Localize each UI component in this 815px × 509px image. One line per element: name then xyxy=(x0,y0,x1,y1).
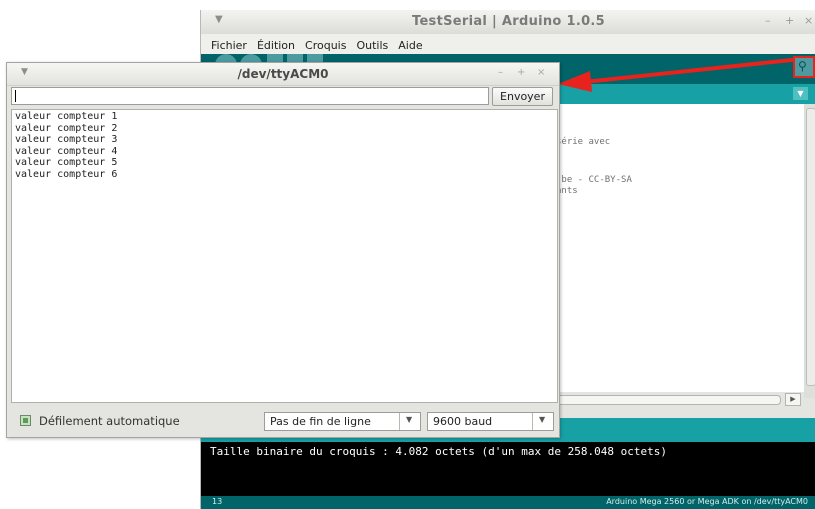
serial-output-area[interactable]: valeur compteur 1 valeur compteur 2 vale… xyxy=(11,109,558,403)
menu-edition[interactable]: Édition xyxy=(257,39,295,52)
output-line: valeur compteur 3 xyxy=(15,134,118,145)
scrollbar-thumb[interactable] xyxy=(806,108,815,386)
baud-rate-select[interactable]: 9600 baud ▼ xyxy=(427,412,554,431)
autoscroll-checkbox[interactable] xyxy=(20,415,31,426)
serial-monitor-window: ▼ /dev/ttyACM0 – + × Envoyer valeur comp… xyxy=(6,62,560,438)
menu-fichier[interactable]: Fichier xyxy=(211,39,247,52)
menu-croquis[interactable]: Croquis xyxy=(305,39,346,52)
scrollbar-track[interactable] xyxy=(551,395,781,405)
autoscroll-label: Défilement automatique xyxy=(39,414,180,428)
maximize-icon[interactable]: + xyxy=(785,14,794,27)
scroll-right-icon[interactable]: ▶ xyxy=(785,393,801,406)
output-line: valeur compteur 5 xyxy=(15,157,118,168)
menu-aide[interactable]: Aide xyxy=(398,39,422,52)
code-line: .be - CC-BY-SA xyxy=(556,175,632,185)
close-icon[interactable]: × xyxy=(804,14,813,27)
maximize-icon[interactable]: + xyxy=(517,67,525,78)
output-line: valeur compteur 2 xyxy=(15,122,118,134)
line-ending-select[interactable]: Pas de fin de ligne ▼ xyxy=(264,412,421,431)
close-icon[interactable]: × xyxy=(537,67,545,78)
serial-monitor-titlebar[interactable]: ▼ /dev/ttyACM0 – + × xyxy=(7,63,559,86)
ide-titlebar[interactable]: ▼ TestSerial | Arduino 1.0.5 – + × xyxy=(201,10,815,35)
ide-window-title: TestSerial | Arduino 1.0.5 xyxy=(412,14,605,29)
console-message: Taille binaire du croquis : 4.082 octets… xyxy=(210,445,667,458)
baud-rate-value: 9600 baud xyxy=(433,415,493,428)
minimize-icon[interactable]: – xyxy=(765,14,771,27)
serial-monitor-button[interactable]: ⚲ xyxy=(793,56,815,78)
text-caret xyxy=(15,90,16,102)
line-number: 13 xyxy=(212,497,223,506)
magnifier-icon: ⚲ xyxy=(798,59,807,73)
send-input[interactable] xyxy=(11,87,489,105)
dropdown-separator xyxy=(399,413,400,430)
chevron-down-icon[interactable]: ▼ xyxy=(539,415,545,424)
serial-monitor-title: /dev/ttyACM0 xyxy=(237,67,329,81)
editor-horizontal-scrollbar[interactable]: ▶ xyxy=(551,392,804,406)
send-button[interactable]: Envoyer xyxy=(492,87,553,106)
board-status: Arduino Mega 2560 or Mega ADK on /dev/tt… xyxy=(606,497,808,506)
minimize-icon[interactable]: – xyxy=(498,67,503,78)
ide-footer: 13 Arduino Mega 2560 or Mega ADK on /dev… xyxy=(201,496,815,509)
output-line: valeur compteur 1 xyxy=(15,111,118,122)
tab-menu-chevron-icon[interactable]: ▼ xyxy=(793,87,808,100)
output-line: valeur compteur 6 xyxy=(15,168,118,180)
menu-outils[interactable]: Outils xyxy=(356,39,388,52)
ide-console: Taille binaire du croquis : 4.082 octets… xyxy=(201,442,815,496)
line-ending-value: Pas de fin de ligne xyxy=(270,415,371,428)
editor-vertical-scrollbar[interactable] xyxy=(804,104,815,398)
ide-menubar: Fichier Édition Croquis Outils Aide xyxy=(201,34,815,54)
checkbox-mark-icon xyxy=(23,418,28,423)
dropdown-separator xyxy=(532,413,533,430)
output-line: valeur compteur 4 xyxy=(15,145,118,157)
code-line: série avec xyxy=(556,137,611,147)
chevron-down-icon[interactable]: ▼ xyxy=(406,415,412,424)
